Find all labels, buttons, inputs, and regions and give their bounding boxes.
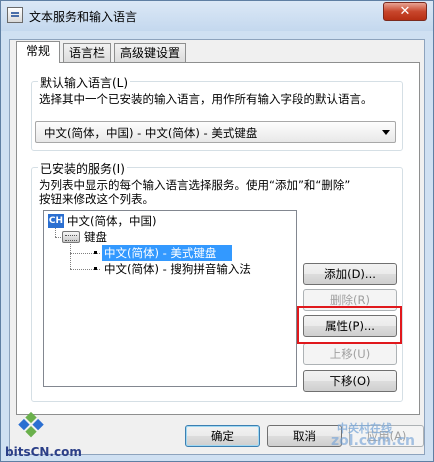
tab-language-bar[interactable]: 语言栏 <box>63 43 111 62</box>
default-language-group-label: 默认输入语言(L) <box>38 74 131 91</box>
chinese-language-icon: CH <box>48 214 64 228</box>
tree-bullet <box>94 267 97 270</box>
window-title: 文本服务和输入语言 <box>29 10 138 24</box>
tab-advanced-key-settings[interactable]: 高级键设置 <box>114 43 186 62</box>
bitscn-logo <box>18 411 44 438</box>
installed-services-description-line2: 按钮来修改这个列表。 <box>39 192 154 206</box>
tree-item-us-keyboard[interactable]: 中文(简体) - 美式键盘 <box>104 245 216 261</box>
tab-general[interactable]: 常规 <box>16 41 60 63</box>
tree-item-keyboard-category[interactable]: 键盘 <box>84 229 107 245</box>
tree-item-sogou-pinyin[interactable]: 中文(简体) - 搜狗拼音输入法 <box>104 261 251 277</box>
close-button[interactable]: ✕ <box>383 2 427 21</box>
bitscn-watermark-text: bitsCN.com <box>5 445 82 459</box>
properties-highlight-annotation <box>297 306 402 344</box>
ok-button[interactable]: 确定 <box>185 425 260 447</box>
dialog-window: 文本服务和输入语言 ✕ 常规 语言栏 高级键设置 默认输入语言(L) 选择其中一… <box>0 0 434 462</box>
move-down-button[interactable]: 下移(O) <box>303 370 397 392</box>
dropdown-arrow-icon <box>382 130 390 135</box>
keyboard-app-icon <box>7 7 23 23</box>
tree-bullet <box>94 251 97 254</box>
keyboard-icon <box>62 231 80 243</box>
installed-services-tree[interactable]: CH 中文(简体，中国) 键盘 中文(简体) - 美式键盘 中文(简体) - 搜… <box>43 210 297 387</box>
tree-connector-line <box>55 228 56 237</box>
default-language-description: 选择其中一个已安装的输入语言，用作所有输入字段的默认语言。 <box>39 92 373 106</box>
tree-item-language[interactable]: 中文(简体，中国) <box>67 213 156 229</box>
default-language-dropdown[interactable]: 中文(简体，中国) - 中文(简体) - 美式键盘 <box>35 121 396 143</box>
add-button[interactable]: 添加(D)... <box>303 263 397 285</box>
tree-connector-line <box>70 242 71 269</box>
zol-watermark-url: zol.com.cn <box>331 433 415 449</box>
default-language-selected-value: 中文(简体，中国) - 中文(简体) - 美式键盘 <box>44 126 258 140</box>
move-up-button[interactable]: 上移(U) <box>303 343 397 365</box>
installed-services-group-label: 已安装的服务(I) <box>38 160 127 177</box>
title-bar[interactable]: 文本服务和输入语言 ✕ <box>1 1 433 31</box>
